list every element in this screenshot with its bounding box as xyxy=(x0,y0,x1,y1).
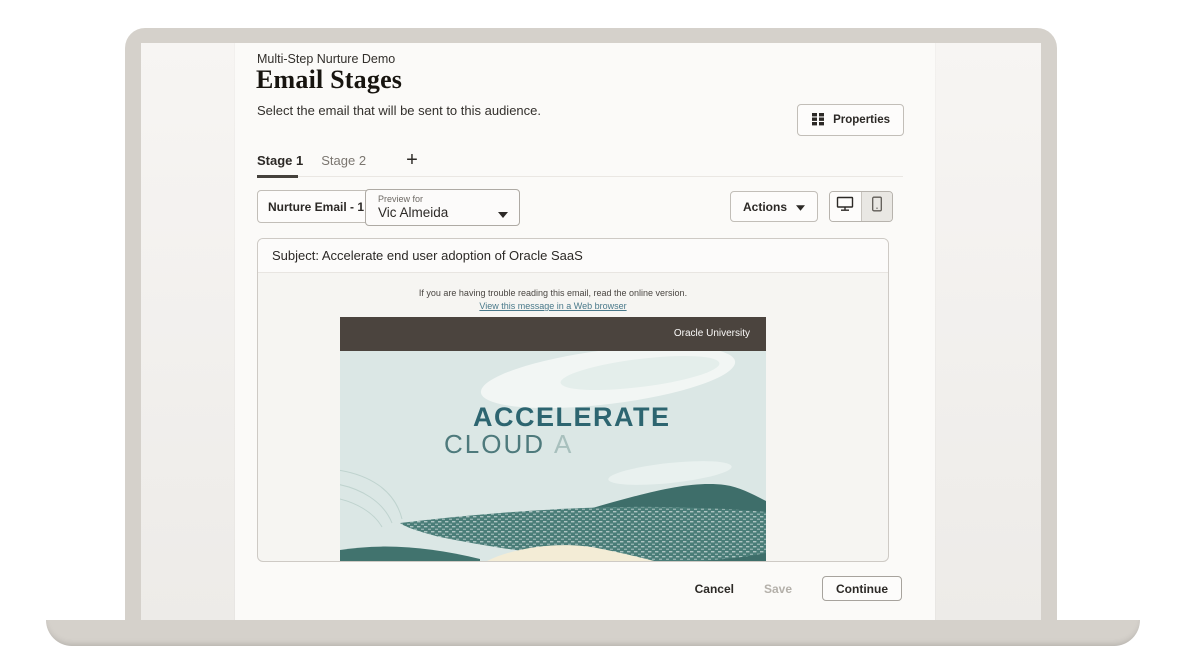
preview-for-value: Vic Almeida xyxy=(378,205,493,220)
page: Multi-Step Nurture Demo Email Stages Sel… xyxy=(0,0,1187,670)
email-brand-bar: Oracle University xyxy=(340,317,766,351)
desktop-preview-button[interactable] xyxy=(830,192,861,221)
email-body: If you are having trouble reading this e… xyxy=(340,288,766,562)
cancel-button[interactable]: Cancel xyxy=(695,582,734,596)
footer-actions: Cancel Save Continue xyxy=(695,576,902,601)
email-hero-image: Oracle University xyxy=(340,317,766,562)
save-button[interactable]: Save xyxy=(764,582,792,596)
page-subtitle: Select the email that will be sent to th… xyxy=(257,103,541,118)
hero-illustration: ACCELERATE CLOUDA xyxy=(340,351,766,562)
continue-button[interactable]: Continue xyxy=(822,576,902,601)
chevron-down-icon xyxy=(498,205,508,223)
chevron-down-icon xyxy=(796,200,805,214)
preview-for-label: Preview for xyxy=(378,194,493,204)
mobile-preview-button[interactable] xyxy=(861,192,893,221)
breadcrumb: Multi-Step Nurture Demo xyxy=(257,52,395,66)
laptop-base xyxy=(46,620,1140,646)
email-fallback-text: If you are having trouble reading this e… xyxy=(340,288,766,298)
mobile-icon xyxy=(871,196,883,217)
preview-for-select[interactable]: Preview for Vic Almeida xyxy=(365,189,520,226)
page-title: Email Stages xyxy=(256,65,402,95)
properties-button[interactable]: Properties xyxy=(797,104,904,136)
email-stages-app: Multi-Step Nurture Demo Email Stages Sel… xyxy=(235,43,935,620)
tab-stage-1[interactable]: Stage 1 xyxy=(257,151,303,171)
email-preview-panel: Subject: Accelerate end user adoption of… xyxy=(257,238,889,562)
screen: Multi-Step Nurture Demo Email Stages Sel… xyxy=(141,43,1041,620)
stage-tabs: Stage 1 Stage 2 + xyxy=(257,151,903,177)
add-stage-button[interactable]: + xyxy=(406,151,418,169)
tab-stage-2[interactable]: Stage 2 xyxy=(321,151,366,171)
actions-button-label: Actions xyxy=(743,200,787,214)
grid-icon xyxy=(811,112,825,129)
email-selector-label: Nurture Email - 1 xyxy=(268,200,364,214)
laptop-screen: Multi-Step Nurture Demo Email Stages Sel… xyxy=(125,28,1057,620)
email-subject: Subject: Accelerate end user adoption of… xyxy=(258,239,888,273)
properties-button-label: Properties xyxy=(833,114,890,126)
actions-button[interactable]: Actions xyxy=(730,191,818,222)
hero-subtitle: CLOUDA xyxy=(444,429,573,459)
hero-typing-cursor: A xyxy=(554,429,573,459)
hero-title: ACCELERATE xyxy=(473,402,671,432)
desktop-icon xyxy=(836,196,854,217)
view-in-browser-link[interactable]: View this message in a Web browser xyxy=(340,301,766,311)
device-preview-toggle xyxy=(829,191,893,222)
